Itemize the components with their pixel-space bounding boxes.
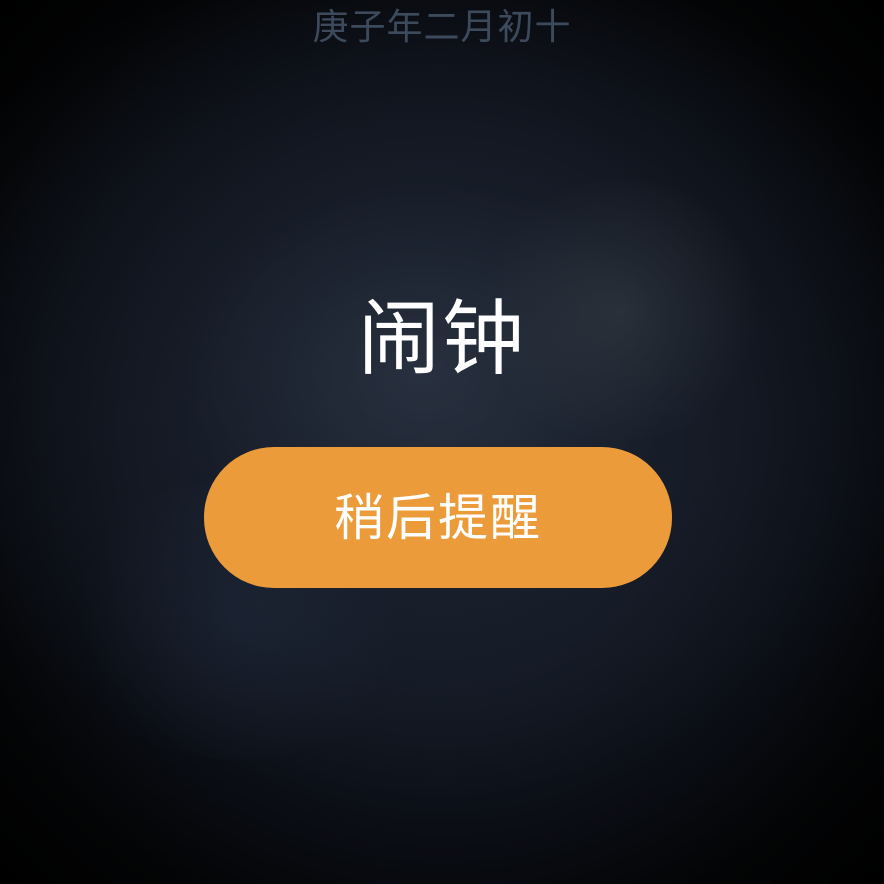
snooze-button-label: 稍后提醒 [334,488,542,547]
snooze-button[interactable]: 稍后提醒 [204,447,672,588]
alarm-screen: 庚子年二月初十 闹钟 稍后提醒 [0,0,884,884]
lunar-date: 庚子年二月初十 [312,7,572,48]
alarm-title: 闹钟 [357,292,526,387]
